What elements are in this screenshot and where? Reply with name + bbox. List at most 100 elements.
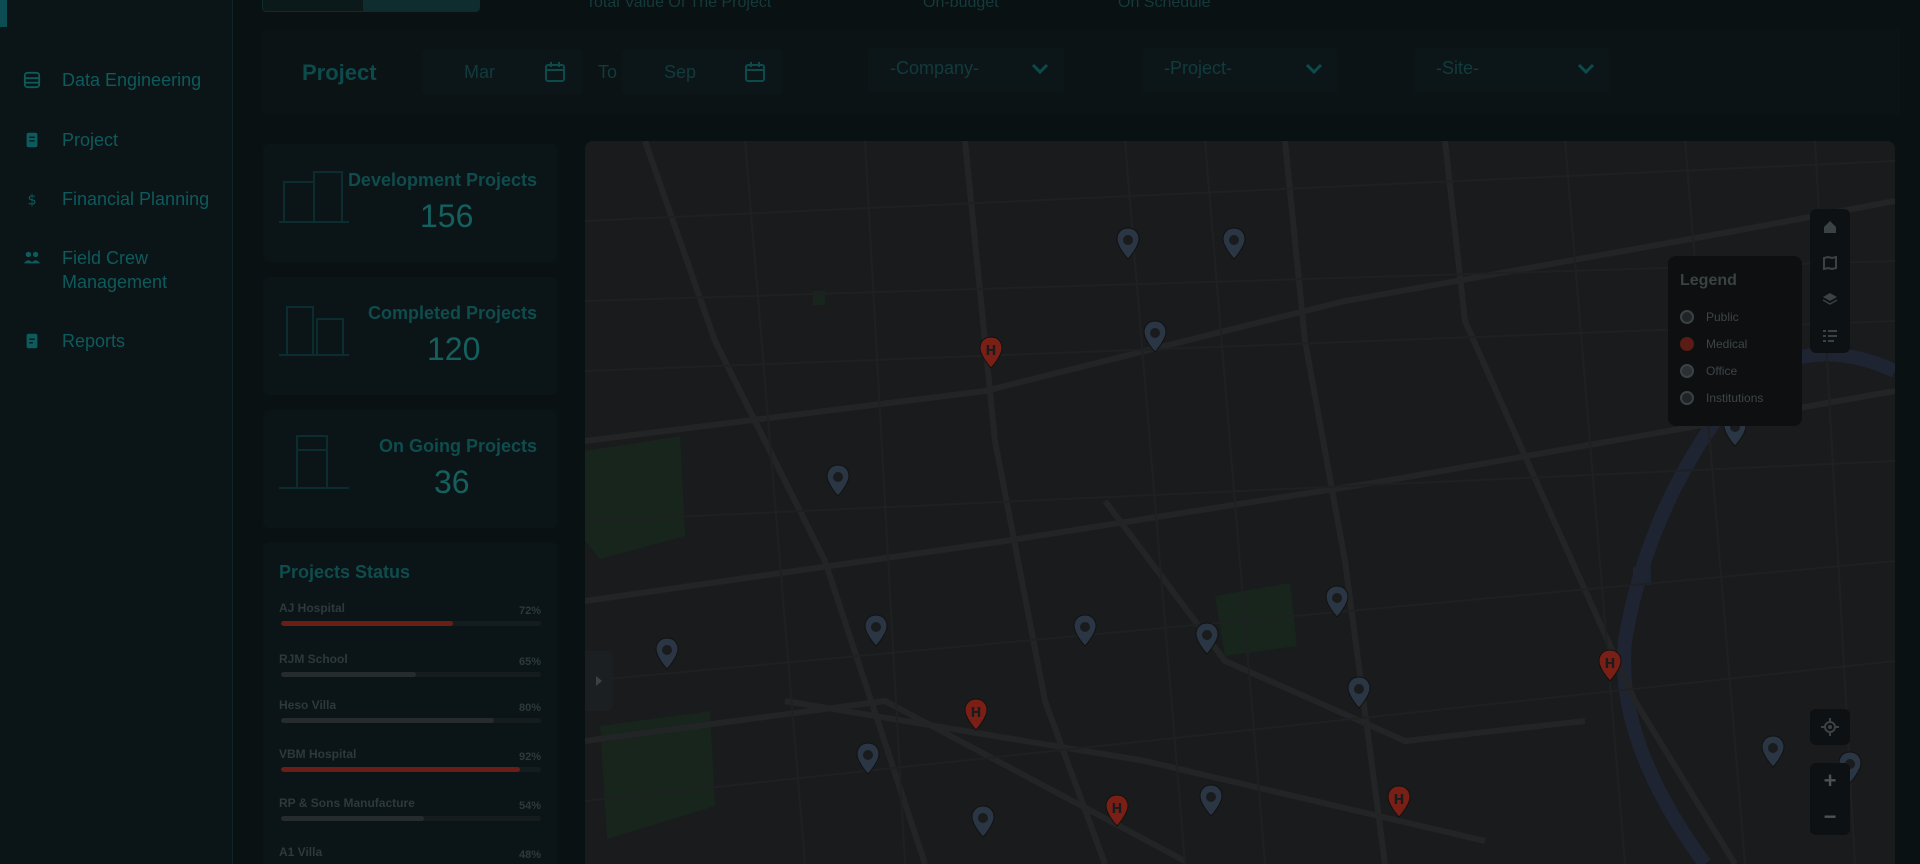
medical-marker-icon[interactable]: H (1385, 784, 1413, 820)
sidebar-expand-button[interactable] (585, 651, 613, 711)
sidebar-item-reports[interactable]: Reports (22, 329, 125, 353)
public-marker-icon[interactable] (854, 741, 882, 777)
sidebar-item-data-engineering[interactable]: Data Engineering (22, 68, 201, 92)
zoom-control: + − (1810, 763, 1850, 835)
stat-label: Completed Projects (367, 303, 537, 323)
office-marker-icon[interactable] (969, 804, 997, 840)
sidebar-item-project[interactable]: Project (22, 128, 118, 152)
status-percent: 54% (518, 800, 541, 812)
from-date-picker[interactable]: Mar (422, 50, 582, 94)
status-project-name: RP & Sons Manufacture (279, 796, 415, 810)
sidebar-item-field-crew[interactable]: Field Crew Management (22, 246, 212, 294)
office-marker-icon[interactable] (1220, 226, 1248, 262)
map-icon (1823, 255, 1837, 271)
svg-text:H: H (986, 344, 997, 359)
project-select-value: -Project- (1164, 58, 1233, 78)
medical-marker-icon[interactable]: H (1596, 648, 1624, 684)
public-marker-icon[interactable] (862, 613, 890, 649)
kpi-strip: Total Value Of The Project On-budget On … (260, 0, 1900, 14)
dollar-icon: $ (22, 189, 42, 209)
projects-status-panel: Projects Status AJ Hospital 72% RJM School… (263, 542, 557, 864)
progress-track (281, 767, 541, 772)
legend-label: Institutions (1706, 391, 1764, 405)
institution-icon (1680, 391, 1694, 405)
stat-card-ongoing: On Going Projects 36 (263, 410, 557, 528)
basemap-button[interactable] (1810, 245, 1850, 281)
status-percent: 72% (518, 605, 541, 617)
legend-item-office: Office (1680, 364, 1737, 378)
status-project-name: AJ Hospital (279, 601, 346, 615)
legend-item-public: Public (1680, 310, 1739, 324)
zoom-out-button[interactable]: − (1810, 799, 1850, 835)
calendar-icon[interactable] (744, 61, 766, 83)
legend-label: Public (1706, 310, 1739, 324)
from-month-value: Mar (464, 62, 495, 82)
progress-fill (281, 767, 521, 772)
chevron-down-icon (1577, 63, 1595, 75)
on-budget-label: On-budget (923, 0, 999, 11)
institution-marker-icon[interactable] (1197, 783, 1225, 819)
status-project-name: Heso Villa (279, 698, 337, 712)
calendar-icon[interactable] (544, 61, 566, 83)
building-illustration-icon (279, 306, 349, 356)
office-marker-icon[interactable] (653, 636, 681, 672)
medical-marker-icon[interactable]: H (1103, 793, 1131, 829)
filter-bar: Project Mar To Sep -Company- -Project- -… (262, 30, 1900, 114)
app-root: Data Engineering Project $ Financial Pla… (0, 0, 1920, 864)
progress-track (281, 816, 541, 821)
status-percent: 48% (518, 849, 541, 861)
progress-fill (281, 718, 495, 723)
svg-text:H: H (971, 706, 982, 721)
view-toggle[interactable] (262, 0, 480, 12)
layers-button[interactable] (1810, 281, 1850, 317)
company-select[interactable]: -Company- (868, 48, 1064, 92)
public-marker-icon[interactable] (1323, 584, 1351, 620)
legend-item-medical: Medical (1680, 337, 1747, 351)
svg-text:H: H (1394, 793, 1405, 808)
sidebar-item-label: Reports (62, 331, 126, 351)
map-legend: Legend Public Medical Office Institution… (1668, 256, 1802, 426)
public-marker-icon[interactable] (1141, 319, 1169, 355)
site-select[interactable]: -Site- (1414, 48, 1610, 92)
site-select-value: -Site- (1436, 58, 1480, 78)
stat-label: Development Projects (347, 170, 537, 190)
legend-toggle-button[interactable] (1810, 317, 1850, 353)
to-date-picker[interactable]: Sep (622, 50, 782, 94)
sidebar-item-label: Financial Planning (62, 189, 210, 209)
medical-marker-icon[interactable]: H (962, 697, 990, 733)
building-illustration-icon (279, 171, 349, 223)
progress-track (281, 672, 541, 677)
svg-text:H: H (1605, 657, 1616, 672)
institution-marker-icon[interactable] (1759, 734, 1787, 770)
stat-value: 156 (420, 198, 474, 234)
map-view[interactable]: H H H H H Legend Public Medical Office Insti… (585, 141, 1895, 864)
office-marker-icon[interactable] (1345, 675, 1373, 711)
home-button[interactable] (1810, 209, 1850, 245)
progress-fill (281, 672, 417, 677)
people-icon (22, 248, 42, 268)
status-percent: 92% (518, 751, 541, 763)
zoom-in-button[interactable]: + (1810, 763, 1850, 799)
institution-marker-icon[interactable] (1193, 621, 1221, 657)
medical-marker-icon[interactable]: H (977, 335, 1005, 371)
panel-title: Projects Status (279, 562, 411, 582)
public-icon (1680, 310, 1694, 324)
total-value-label: Total Value Of The Project (586, 0, 772, 11)
map-toolbar (1810, 209, 1850, 353)
office-marker-icon[interactable] (1114, 226, 1142, 262)
office-icon (1680, 364, 1694, 378)
stat-card-development: Development Projects 156 (263, 144, 557, 262)
svg-text:H: H (1112, 802, 1123, 817)
chevron-down-icon (1305, 63, 1323, 75)
public-marker-icon[interactable] (824, 463, 852, 499)
locate-control[interactable] (1810, 709, 1850, 745)
chevron-right-icon (596, 676, 602, 686)
medical-icon (1680, 337, 1694, 351)
project-select[interactable]: -Project- (1142, 48, 1338, 92)
public-marker-icon[interactable] (1071, 613, 1099, 649)
sidebar-item-financial-planning[interactable]: $ Financial Planning (22, 187, 210, 211)
chevron-down-icon (1031, 63, 1049, 75)
progress-track (281, 718, 541, 723)
locate-button[interactable] (1810, 709, 1850, 745)
stat-label: On Going Projects (378, 436, 537, 456)
